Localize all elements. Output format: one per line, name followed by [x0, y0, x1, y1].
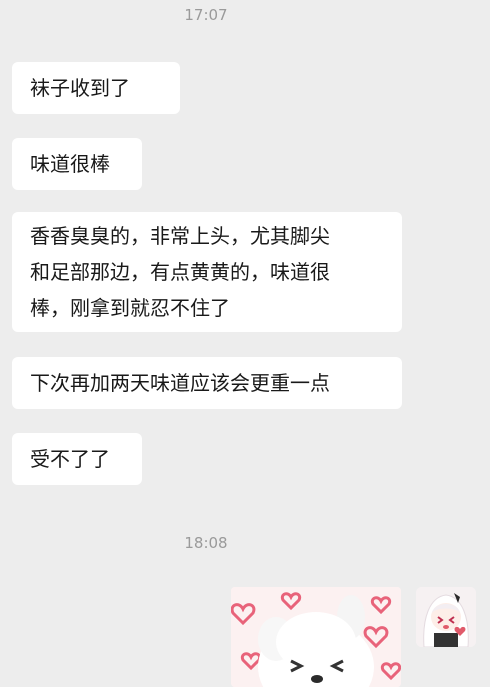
message-text: 和足部那边，有点黄黄的，味道很	[30, 260, 330, 284]
message-text: 味道很棒	[30, 152, 110, 176]
message-bubble[interactable]: 下次再加两天味道应该会更重一点	[12, 357, 402, 409]
anime-avatar-icon	[416, 587, 476, 647]
message-bubble[interactable]: 香香臭臭的，非常上头，尤其脚尖 和足部那边，有点黄黄的，味道很 棒，刚拿到就忍不…	[12, 212, 402, 332]
dog-hearts-sticker[interactable]	[231, 587, 401, 687]
message-text: 香香臭臭的，非常上头，尤其脚尖	[30, 224, 330, 248]
message-bubble[interactable]: 袜子收到了	[12, 62, 180, 114]
message-text: 袜子收到了	[30, 76, 130, 100]
timestamp-1707: 17:07	[184, 6, 228, 24]
dog-hearts-icon	[231, 587, 401, 687]
message-text: 受不了了	[30, 447, 110, 471]
message-bubble[interactable]: 味道很棒	[12, 138, 142, 190]
message-text: 下次再加两天味道应该会更重一点	[30, 371, 330, 395]
message-bubble[interactable]: 受不了了	[12, 433, 142, 485]
message-text: 棒，刚拿到就忍不住了	[30, 296, 230, 320]
user-avatar[interactable]	[416, 587, 476, 647]
timestamp-1808: 18:08	[184, 534, 228, 552]
